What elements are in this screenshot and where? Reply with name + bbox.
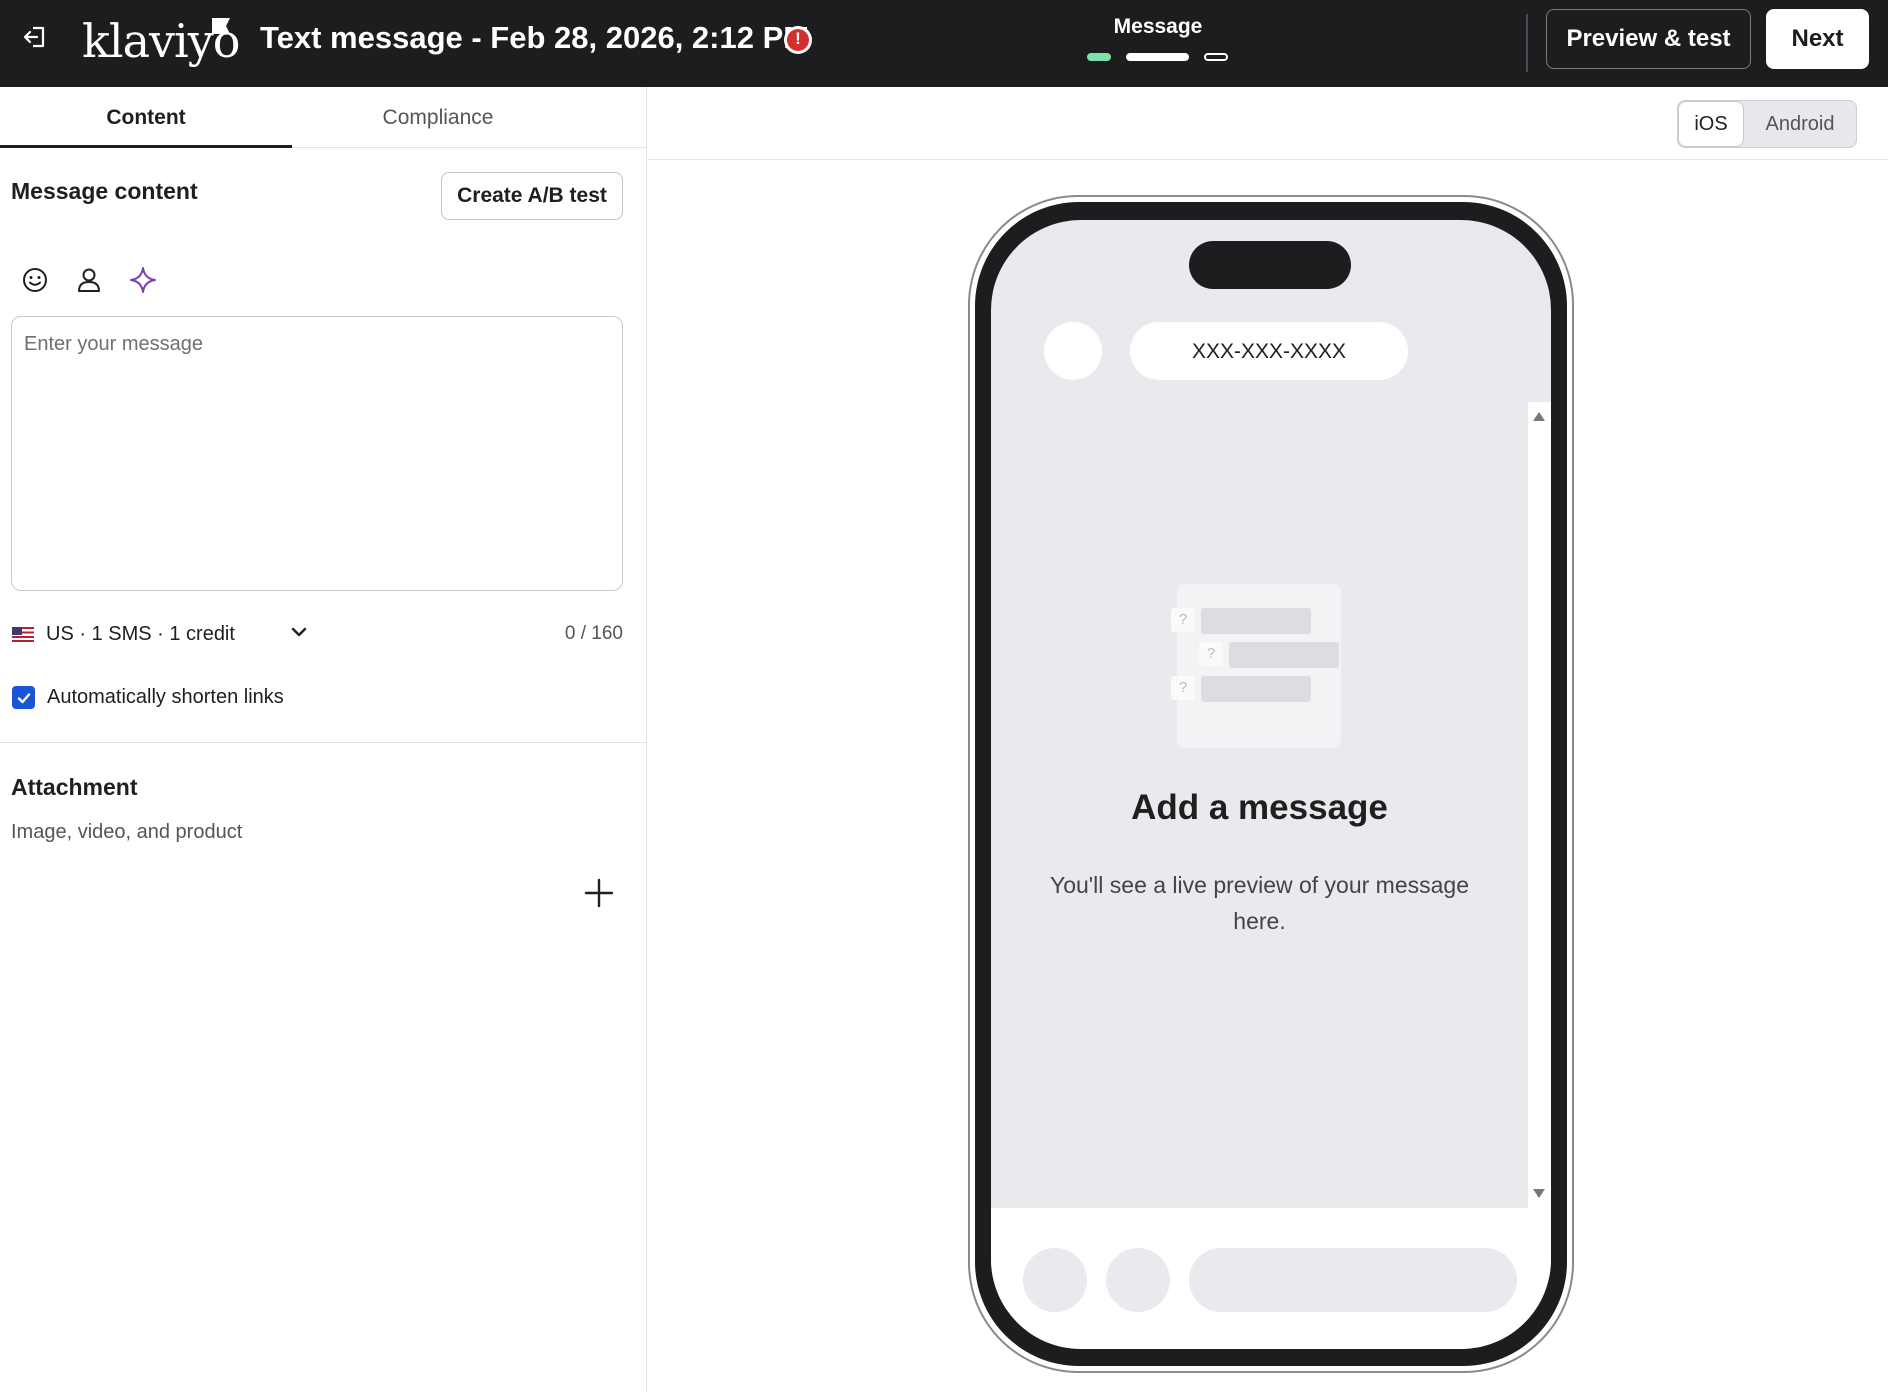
message-input[interactable] (11, 316, 623, 591)
composer-button-placeholder (1023, 1248, 1087, 1312)
editor-tabs: Content Compliance (0, 87, 647, 148)
preview-panel: iOS Android XXX-XXX-XXXX ? ? ? Add a mes… (648, 87, 1888, 1392)
message-thread[interactable]: ? ? ? Add a message You'll see a live pr… (991, 402, 1551, 1208)
alert-circle-icon[interactable]: ! (784, 26, 812, 54)
placeholder-bar (1201, 608, 1311, 634)
sparkle-icon[interactable] (126, 263, 160, 297)
next-button[interactable]: Next (1766, 9, 1869, 69)
platform-toggle: iOS Android (1677, 100, 1857, 148)
phone-screen: XXX-XXX-XXXX ? ? ? Add a message You'll … (991, 220, 1551, 1349)
scroll-down-icon[interactable] (1533, 1189, 1545, 1198)
checkmark-icon (17, 692, 30, 703)
alert-mark: ! (795, 29, 801, 48)
tab-compliance[interactable]: Compliance (292, 87, 584, 148)
header-divider (1526, 14, 1528, 72)
dynamic-island (1189, 241, 1351, 289)
placeholder-bar (1229, 642, 1339, 668)
top-bar: klaviyo Text message - Feb 28, 2026, 2:1… (0, 0, 1888, 87)
shorten-links-checkbox[interactable] (12, 686, 35, 709)
question-icon: ? (1171, 608, 1195, 632)
editor-panel: Content Compliance Message content Creat… (0, 87, 647, 1392)
country-sms-selector[interactable]: US · 1 SMS · 1 credit (12, 623, 235, 646)
question-icon: ? (1171, 676, 1195, 700)
preview-test-button[interactable]: Preview & test (1546, 9, 1751, 69)
attachment-subtitle: Image, video, and product (11, 821, 243, 843)
contact-number: XXX-XXX-XXXX (1130, 322, 1408, 380)
composer-input-placeholder (1189, 1248, 1517, 1312)
plus-icon[interactable] (581, 875, 617, 911)
tab-content[interactable]: Content (0, 87, 292, 148)
shorten-links-label: Automatically shorten links (47, 686, 284, 708)
contact-avatar (1044, 322, 1102, 380)
step-indicator-complete (1087, 53, 1111, 61)
message-content-title: Message content (11, 178, 198, 204)
scroll-up-icon[interactable] (1533, 412, 1545, 421)
preview-toolbar: iOS Android (648, 87, 1888, 160)
composer-button-placeholder (1106, 1248, 1170, 1312)
platform-ios-button[interactable]: iOS (1678, 101, 1744, 147)
attachment-title: Attachment (11, 774, 138, 800)
platform-android-button[interactable]: Android (1744, 101, 1856, 147)
shorten-links-row: Automatically shorten links (12, 686, 284, 709)
create-ab-test-button[interactable]: Create A/B test (441, 172, 623, 220)
phone-composer (991, 1208, 1551, 1349)
empty-state-title: Add a message (1131, 788, 1388, 827)
step-indicator-upcoming (1204, 53, 1228, 61)
country-sms-label: US · 1 SMS · 1 credit (46, 623, 235, 645)
placeholder-bar (1201, 676, 1311, 702)
empty-state-subtitle: You'll see a live preview of your messag… (1049, 872, 1470, 934)
question-icon: ? (1199, 642, 1223, 666)
us-flag-icon (12, 627, 34, 642)
scrollbar[interactable] (1528, 402, 1551, 1208)
emoji-icon[interactable] (18, 263, 52, 297)
step-label: Message (1113, 15, 1203, 38)
section-divider (0, 742, 647, 743)
exit-icon[interactable] (20, 22, 50, 52)
empty-message-illustration: ? ? ? (1171, 584, 1341, 748)
character-count: 0 / 160 (564, 623, 623, 644)
chevron-down-icon[interactable] (288, 621, 310, 643)
page-title: Text message - Feb 28, 2026, 2:12 PM (260, 20, 810, 55)
person-icon[interactable] (72, 263, 106, 297)
step-indicator-current (1126, 53, 1189, 61)
